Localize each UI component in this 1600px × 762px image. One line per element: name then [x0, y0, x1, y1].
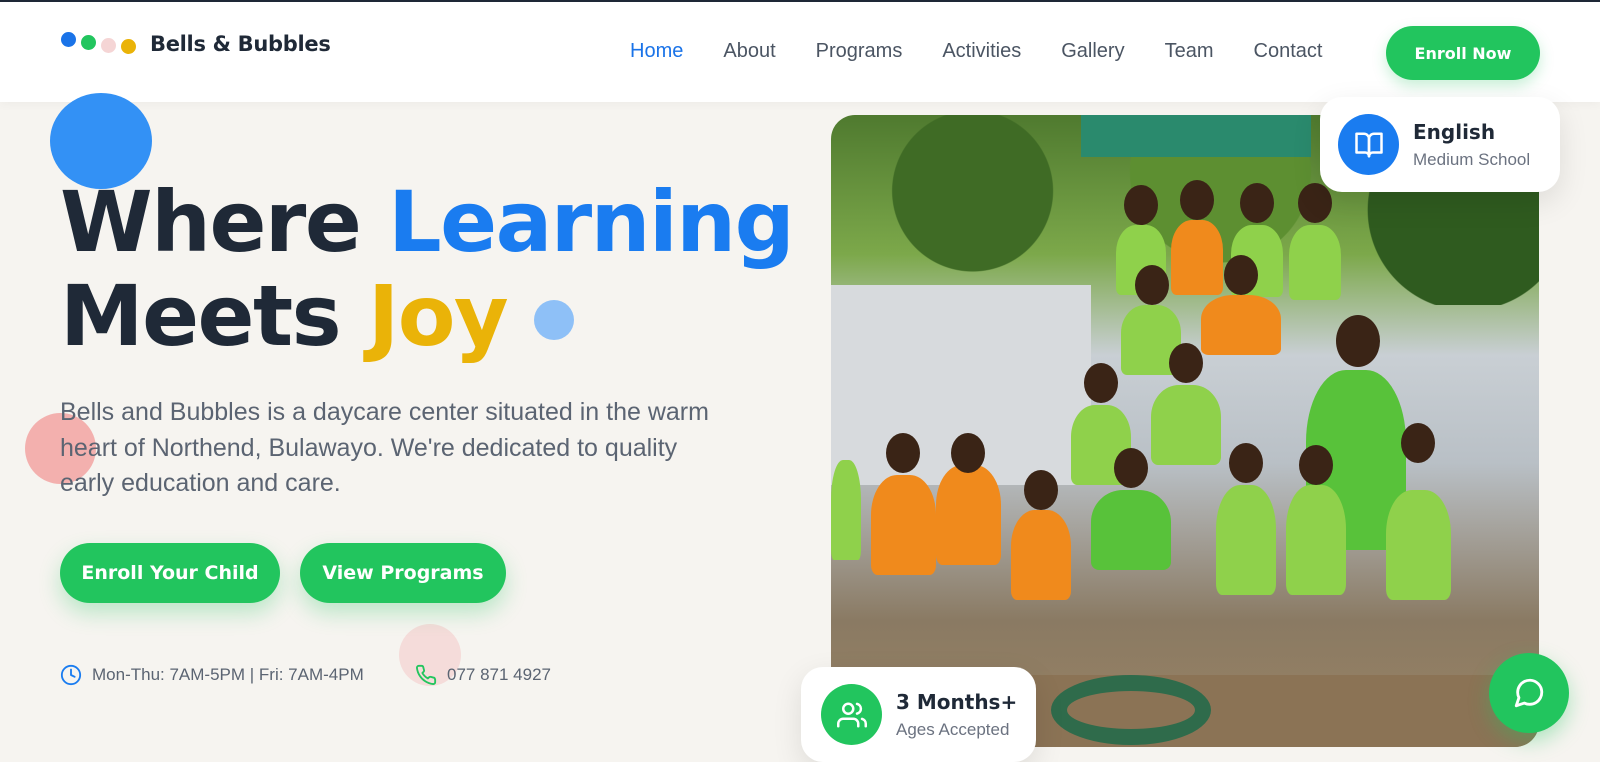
- nav-item-about[interactable]: About: [723, 40, 775, 63]
- photo-child-head: [1124, 185, 1158, 225]
- photo-child: [936, 465, 1001, 565]
- hero-title: Where Learning Meets Joy: [60, 173, 795, 365]
- photo-child: [1011, 510, 1071, 600]
- ages-card-text: 3 Months+ Ages Accepted: [896, 690, 1017, 740]
- logo-dot-green: [81, 35, 96, 50]
- nav-item-gallery[interactable]: Gallery: [1061, 40, 1124, 63]
- photo-child: [1286, 485, 1346, 595]
- photo-child: [1201, 295, 1281, 355]
- photo-canopy: [1081, 115, 1311, 157]
- ages-card-subtitle: Ages Accepted: [896, 719, 1010, 739]
- hero-title-highlight-learning: Learning: [388, 173, 795, 271]
- nav-item-home[interactable]: Home: [630, 40, 683, 63]
- site-header: Bells & Bubbles Home About Programs Acti…: [0, 2, 1600, 102]
- hero-title-part1: Where: [60, 173, 389, 271]
- english-medium-card: English Medium School: [1320, 97, 1560, 192]
- users-icon: [836, 702, 867, 727]
- photo-child: [1216, 485, 1276, 595]
- nav-item-contact[interactable]: Contact: [1254, 40, 1323, 63]
- ages-accepted-card: 3 Months+ Ages Accepted: [801, 667, 1036, 762]
- photo-child: [871, 475, 936, 575]
- photo-child-head: [1114, 448, 1148, 488]
- photo-child: [1289, 225, 1341, 300]
- photo-child-head: [1401, 423, 1435, 463]
- photo-child-head: [951, 433, 985, 473]
- hero-photo-children-playground: [831, 115, 1539, 747]
- phone-text: 077 871 4927: [447, 665, 551, 684]
- hero-title-highlight-joy: Joy: [367, 267, 509, 365]
- brand-logo[interactable]: Bells & Bubbles: [60, 32, 331, 56]
- phone-contact[interactable]: 077 871 4927: [415, 664, 551, 686]
- enroll-your-child-button[interactable]: Enroll Your Child: [60, 543, 280, 603]
- photo-child-head: [1224, 255, 1258, 295]
- photo-child: [1171, 220, 1223, 295]
- logo-dot-blue: [61, 32, 76, 47]
- card-icon-circle: [1338, 114, 1399, 175]
- photo-child-head: [1169, 343, 1203, 383]
- photo-child: [831, 460, 861, 560]
- main-nav: Home About Programs Activities Gallery T…: [630, 40, 1362, 63]
- logo-dot-yellow: [121, 39, 136, 54]
- phone-icon: [416, 664, 437, 685]
- enroll-now-button[interactable]: Enroll Now: [1386, 26, 1540, 80]
- hero-title-part2: Meets: [60, 267, 368, 365]
- photo-child: [1151, 385, 1221, 465]
- nav-item-activities[interactable]: Activities: [942, 40, 1021, 63]
- hero-description: Bells and Bubbles is a daycare center si…: [60, 398, 709, 497]
- photo-child-head: [1180, 180, 1214, 220]
- brand-name: Bells & Bubbles: [150, 32, 331, 56]
- photo-child: [1091, 490, 1171, 570]
- book-open-icon: [1354, 132, 1383, 157]
- photo-child-head: [886, 433, 920, 473]
- english-card-title: English: [1413, 119, 1496, 144]
- photo-child-head: [1229, 443, 1263, 483]
- nav-item-team[interactable]: Team: [1165, 40, 1214, 63]
- photo-teacher-head: [1336, 315, 1380, 367]
- logo-dots-icon: [60, 32, 138, 56]
- photo-child-head: [1298, 183, 1332, 223]
- photo-child-head: [1084, 363, 1118, 403]
- english-card-subtitle: Medium School: [1413, 149, 1531, 169]
- opening-hours: Mon-Thu: 7AM-5PM | Fri: 7AM-4PM: [60, 664, 364, 686]
- hours-text: Mon-Thu: 7AM-5PM | Fri: 7AM-4PM: [92, 665, 364, 684]
- clock-icon: [60, 664, 82, 686]
- nav-item-programs[interactable]: Programs: [816, 40, 903, 63]
- photo-child: [1386, 490, 1451, 600]
- photo-child-head: [1240, 183, 1274, 223]
- english-card-text: English Medium School: [1413, 120, 1530, 170]
- view-programs-button[interactable]: View Programs: [300, 543, 506, 603]
- photo-child-head: [1024, 470, 1058, 510]
- chat-button[interactable]: [1489, 653, 1569, 733]
- photo-child-head: [1135, 265, 1169, 305]
- photo-child-head: [1299, 445, 1333, 485]
- ages-card-title: 3 Months+: [896, 689, 1018, 714]
- card-icon-circle: [821, 684, 882, 745]
- chat-bubble-icon: [1514, 678, 1544, 708]
- logo-dot-pink: [101, 38, 116, 53]
- photo-tire: [1051, 675, 1211, 745]
